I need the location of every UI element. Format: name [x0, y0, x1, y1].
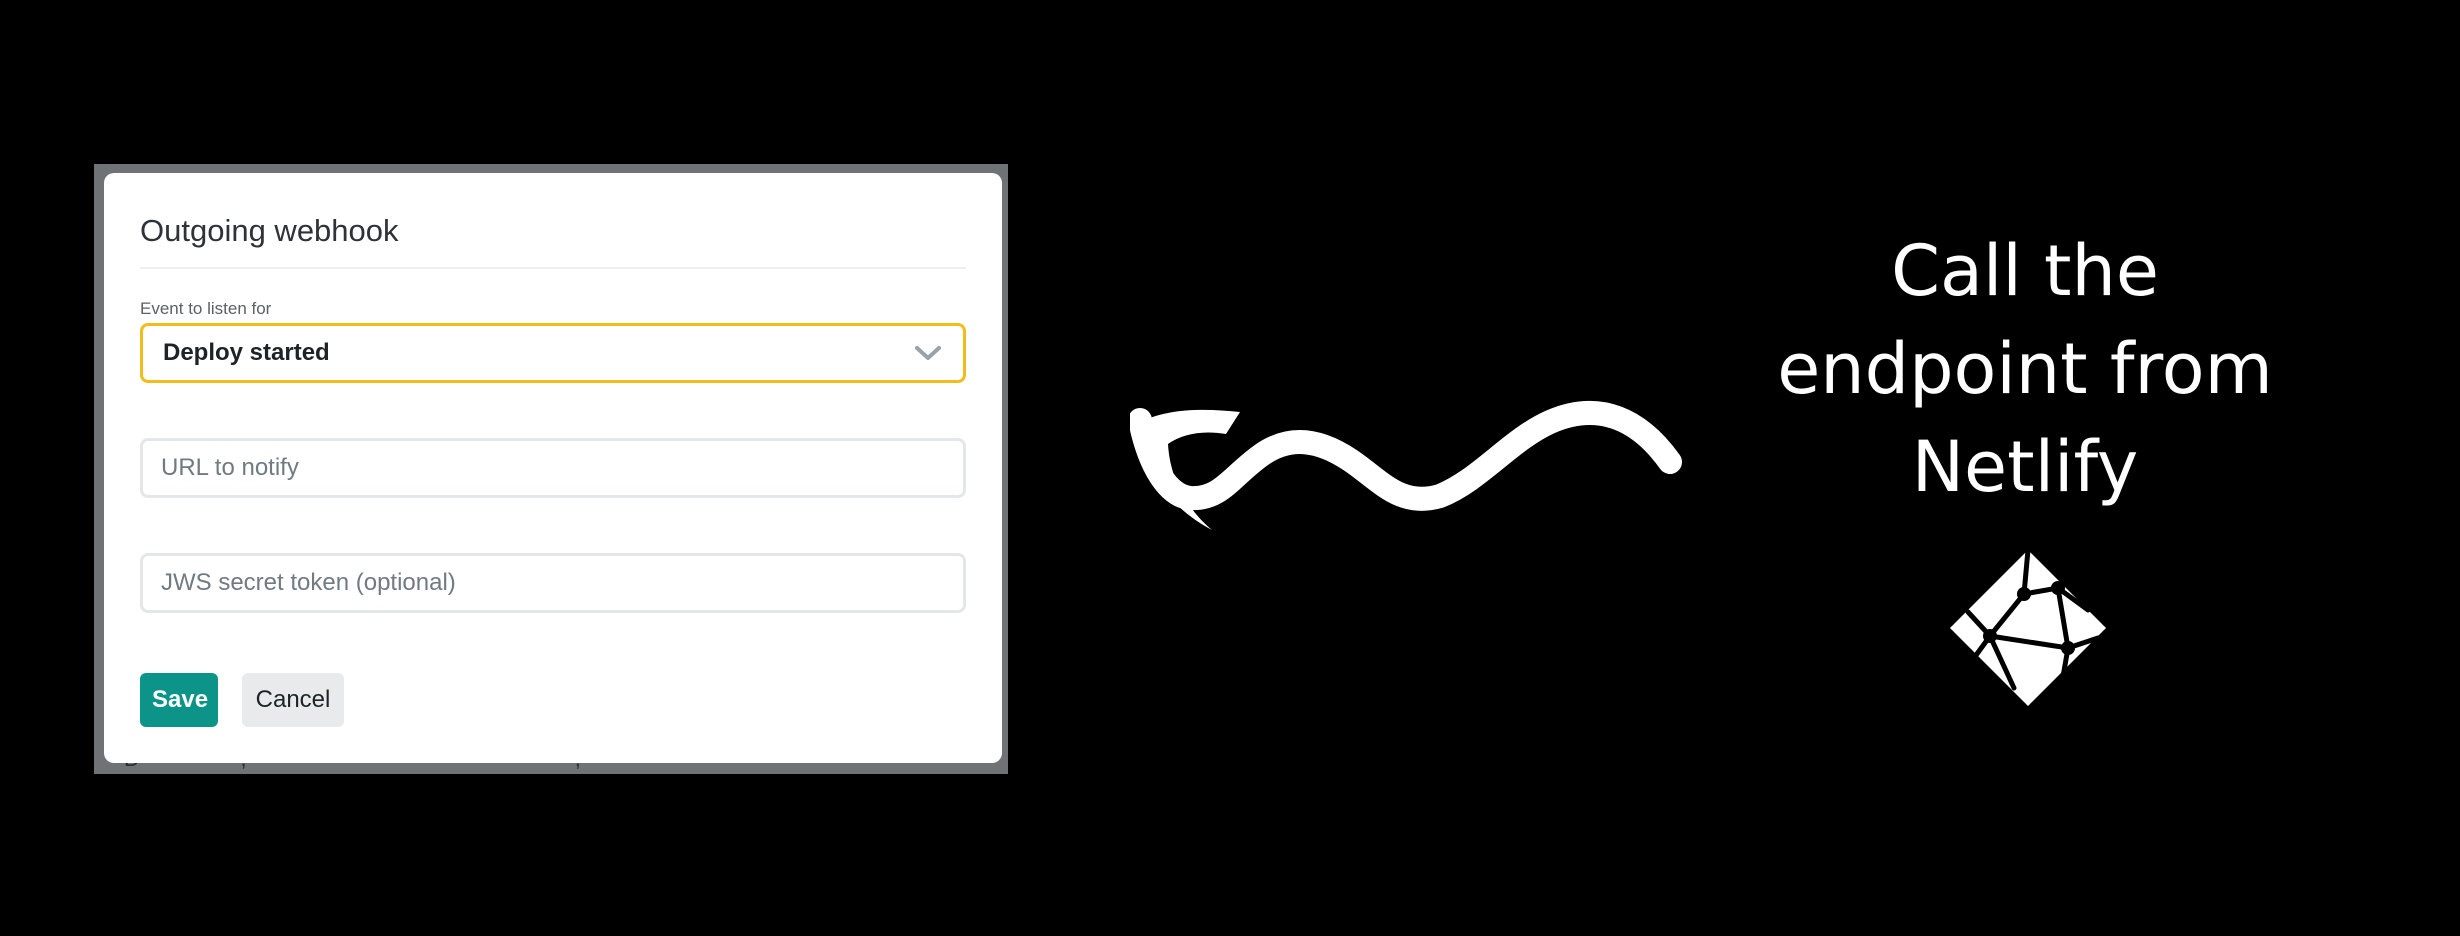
netlify-logo [1950, 548, 2106, 706]
caption-line-2: endpoint from [1777, 328, 2273, 410]
slide: D , , Outgoing webhook Event to listen f… [0, 0, 2460, 936]
caption-line-1: Call the [1891, 230, 2159, 312]
event-select-value: Deploy started [163, 339, 330, 366]
outgoing-webhook-modal: Outgoing webhook Event to listen for Dep… [104, 173, 1002, 763]
caption-line-3: Netlify [1911, 426, 2139, 508]
chevron-down-icon [915, 346, 941, 360]
save-button[interactable]: Save [140, 673, 218, 727]
url-to-notify-input[interactable] [140, 438, 966, 498]
jws-secret-token-input[interactable] [140, 553, 966, 613]
squiggly-arrow-icon [1130, 401, 1682, 530]
event-select[interactable]: Deploy started [140, 323, 966, 383]
modal-title: Outgoing webhook [140, 213, 399, 248]
caption: Call the endpoint from Netlify [1700, 222, 2350, 516]
event-field-label: Event to listen for [140, 299, 272, 318]
title-divider [140, 267, 966, 269]
cancel-button[interactable]: Cancel [242, 673, 344, 727]
